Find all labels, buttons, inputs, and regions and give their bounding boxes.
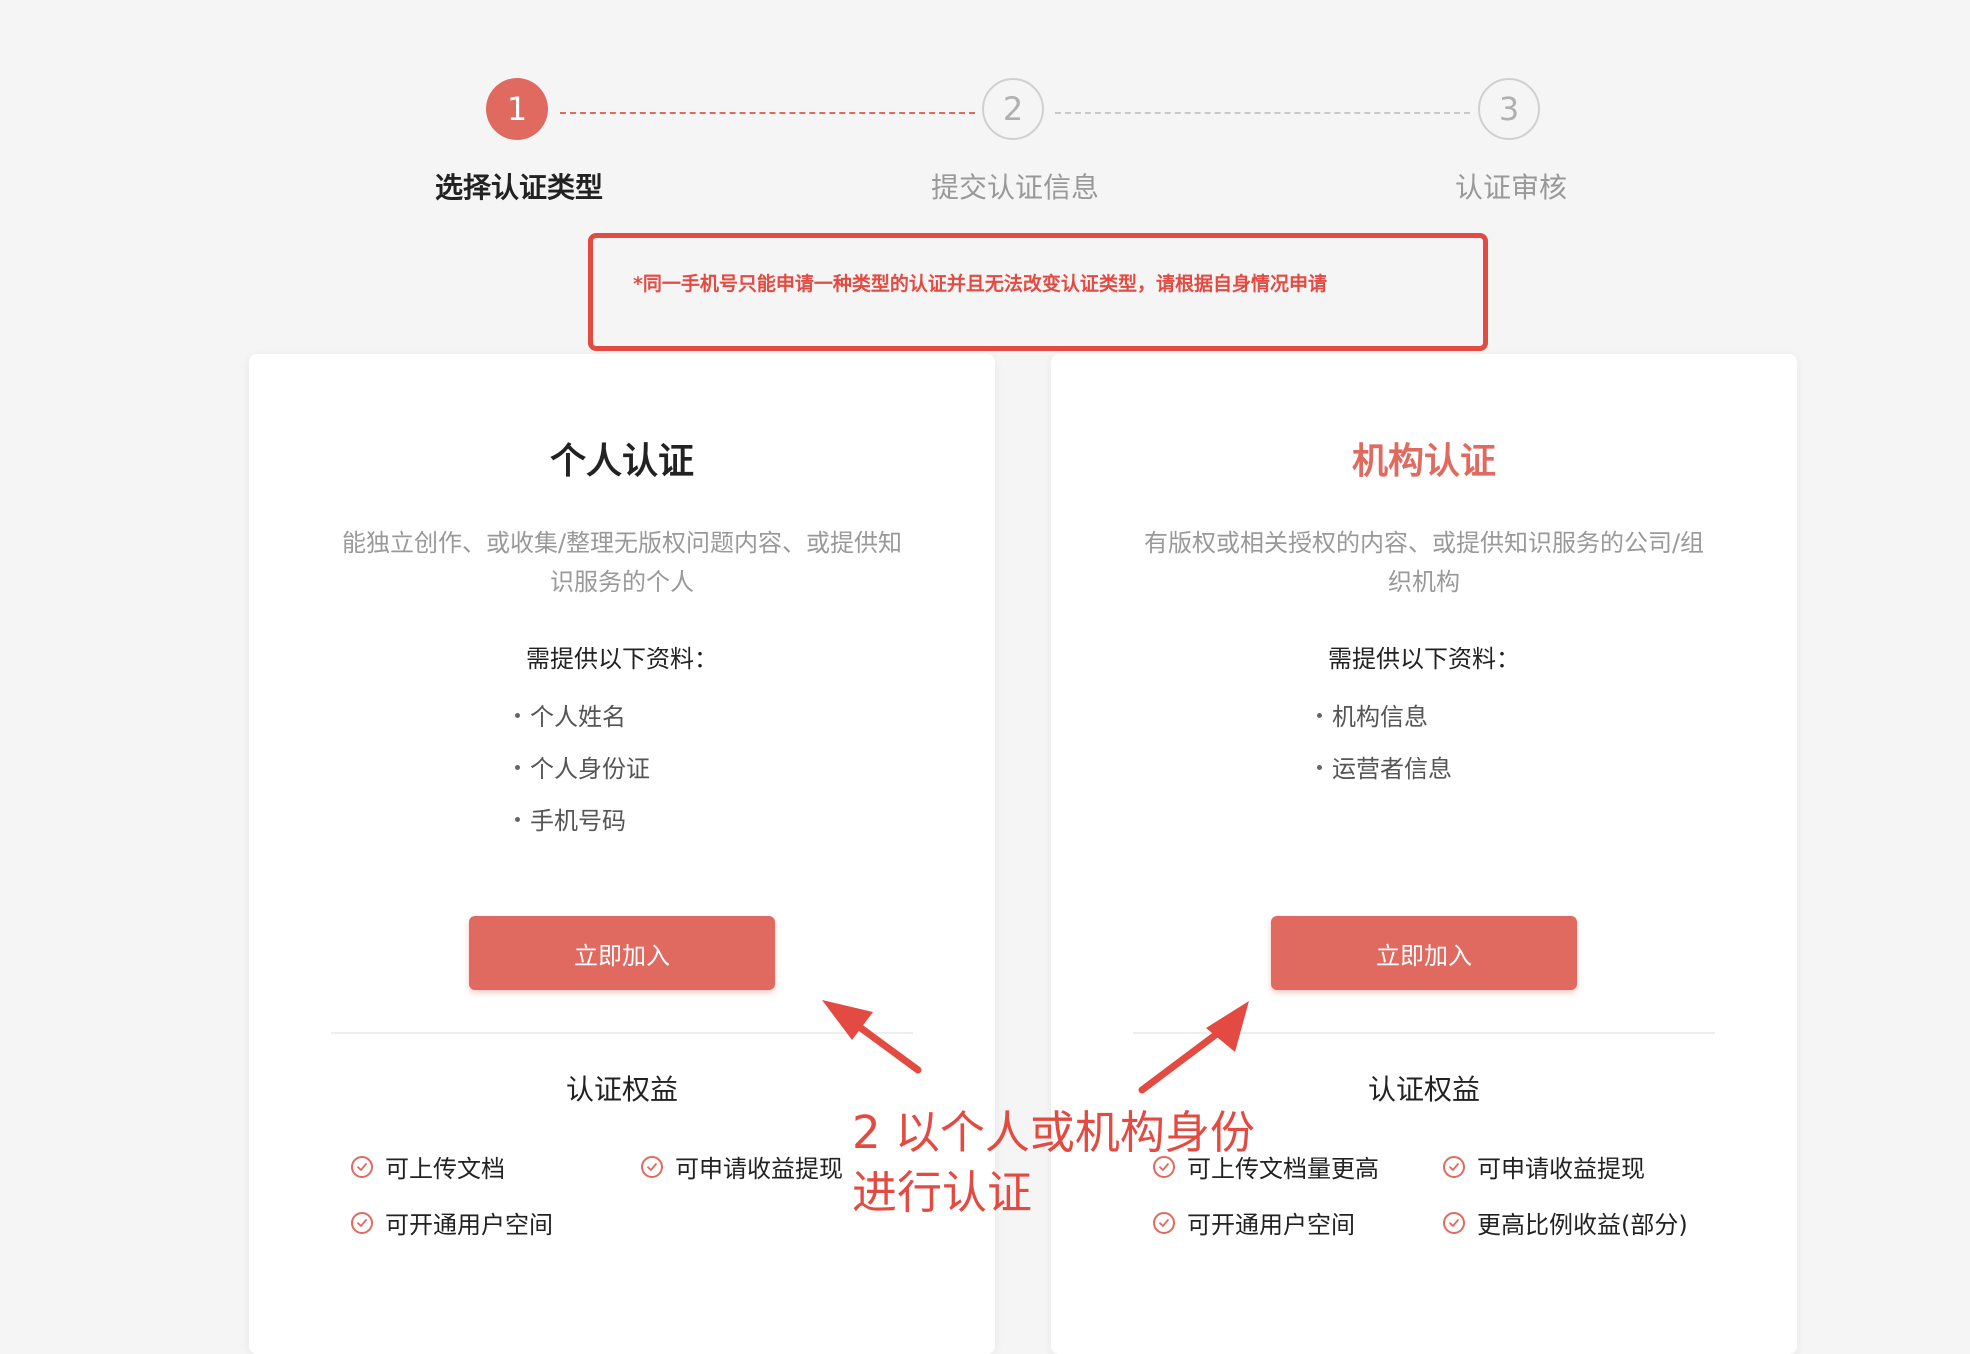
personal-join-button[interactable]: 立即加入 <box>469 916 775 990</box>
requirement-text: 个人姓名 <box>530 703 626 731</box>
annotation-text: 2 以个人或机构身份 进行认证 <box>852 1103 1255 1223</box>
check-circle-icon <box>351 1155 373 1178</box>
organization-card-desc: 有版权或相关授权的内容、或提供知识服务的公司/组织机构 <box>1143 529 1705 596</box>
annotation-line-1: 2 以个人或机构身份 <box>852 1106 1255 1159</box>
benefit-text: 可上传文档 <box>385 1155 505 1183</box>
divider <box>1133 1032 1715 1034</box>
step-2-number: 2 <box>982 78 1044 140</box>
organization-join-button[interactable]: 立即加入 <box>1271 916 1577 990</box>
step-3-number: 3 <box>1478 78 1540 140</box>
check-circle-icon <box>1443 1211 1465 1234</box>
check-circle-icon <box>641 1155 663 1178</box>
check-circle-icon <box>1443 1155 1465 1178</box>
personal-req-list: 个人姓名 个人身份证 手机号码 <box>515 691 650 847</box>
step-1-label: 选择认证类型 <box>434 171 603 204</box>
benefit-item: 可申请收益提现 <box>1443 1149 1645 1184</box>
annotation-line-2: 进行认证 <box>852 1166 1033 1219</box>
step-3-label: 认证审核 <box>1454 171 1567 204</box>
benefit-item: 可申请收益提现 <box>641 1149 843 1184</box>
bullet-icon <box>1317 764 1322 770</box>
personal-card-title: 个人认证 <box>549 441 694 482</box>
notice-box: *同一手机号只能申请一种类型的认证并且无法改变认证类型，请根据自身情况申请 <box>588 233 1488 351</box>
benefit-text: 更高比例收益(部分) <box>1477 1211 1688 1239</box>
personal-req-title: 需提供以下资料： <box>526 645 718 673</box>
benefit-text: 可申请收益提现 <box>675 1155 843 1183</box>
list-item: 个人身份证 <box>515 743 650 795</box>
list-item: 手机号码 <box>515 795 650 847</box>
step-2-label: 提交认证信息 <box>930 171 1099 204</box>
requirement-text: 机构信息 <box>1332 703 1428 731</box>
step-1-number: 1 <box>486 78 548 140</box>
organization-card-title: 机构认证 <box>1351 441 1496 482</box>
list-item: 运营者信息 <box>1317 743 1452 795</box>
bullet-icon <box>515 764 520 770</box>
organization-req-list: 机构信息 运营者信息 <box>1317 691 1452 795</box>
benefit-text: 可开通用户空间 <box>385 1211 553 1239</box>
requirement-text: 个人身份证 <box>530 755 650 783</box>
requirement-text: 运营者信息 <box>1332 755 1452 783</box>
check-circle-icon <box>351 1211 373 1234</box>
organization-req-title: 需提供以下资料： <box>1328 645 1520 673</box>
benefit-item: 更高比例收益(部分) <box>1443 1205 1688 1240</box>
benefit-text: 可申请收益提现 <box>1477 1155 1645 1183</box>
notice-text: *同一手机号只能申请一种类型的认证并且无法改变认证类型，请根据自身情况申请 <box>633 273 1327 295</box>
bullet-icon <box>1317 712 1322 718</box>
bullet-icon <box>515 712 520 718</box>
step-connector-1-2 <box>560 112 975 114</box>
benefit-item: 可上传文档 <box>351 1149 505 1184</box>
divider <box>331 1032 913 1034</box>
list-item: 机构信息 <box>1317 691 1452 743</box>
benefit-item: 可开通用户空间 <box>351 1205 553 1240</box>
organization-benefit-title: 认证权益 <box>1367 1073 1480 1106</box>
personal-card-desc: 能独立创作、或收集/整理无版权问题内容、或提供知识服务的个人 <box>341 529 903 596</box>
bullet-icon <box>515 816 520 822</box>
personal-benefit-title: 认证权益 <box>565 1073 678 1106</box>
step-connector-2-3 <box>1055 112 1470 114</box>
requirement-text: 手机号码 <box>530 807 626 835</box>
list-item: 个人姓名 <box>515 691 650 743</box>
